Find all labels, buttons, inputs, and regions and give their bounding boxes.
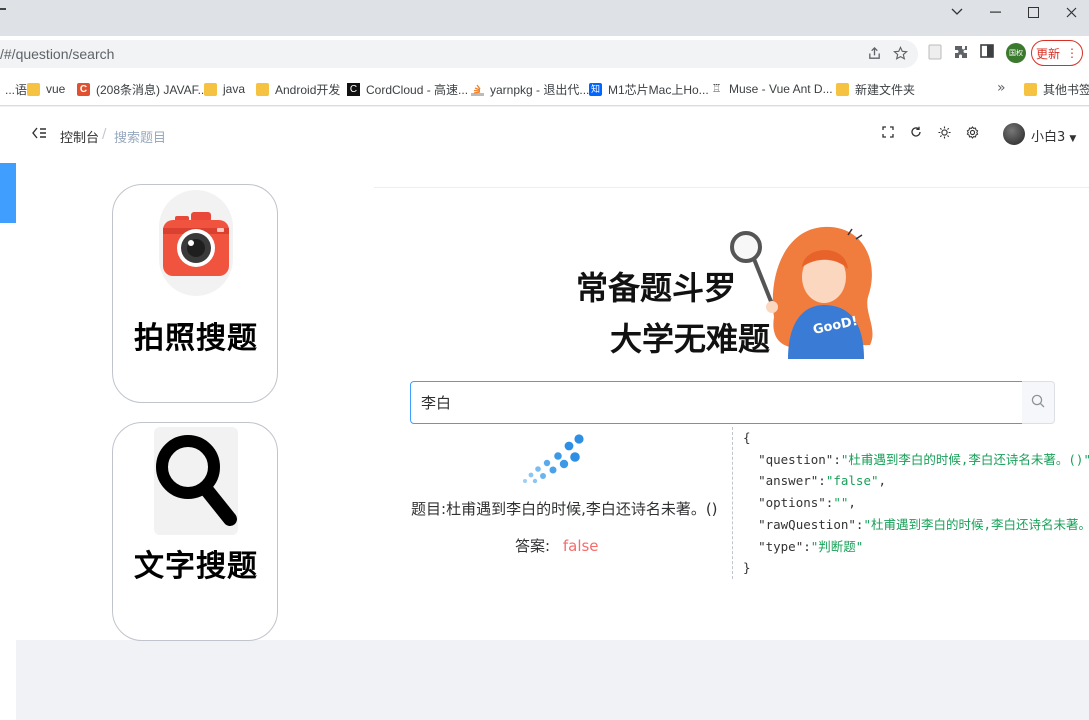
main-content: 控制台 / 搜索题目 小白3 ▼ 拍照搜题 文字搜题 常备题斗罗 大学无难题 G… bbox=[16, 107, 1089, 641]
json-key-type: "type" bbox=[758, 538, 804, 554]
json-open-brace: { bbox=[743, 430, 751, 445]
extensions-puzzle-icon[interactable] bbox=[952, 44, 970, 62]
bookmarks-overflow-icon[interactable]: » bbox=[997, 80, 1006, 96]
profile-avatar[interactable]: 国权 bbox=[1006, 43, 1026, 63]
search-button[interactable] bbox=[1022, 381, 1055, 424]
bookmark-item[interactable]: java bbox=[204, 81, 245, 97]
question-text: 杜甫遇到李白的时候,李白还诗名未著。() bbox=[446, 500, 718, 518]
user-avatar[interactable] bbox=[1003, 123, 1025, 145]
bookmark-item[interactable]: 新建文件夹 bbox=[836, 81, 915, 97]
json-key-answer: "answer" bbox=[758, 473, 819, 489]
bookmark-item[interactable]: 知 M1芯片Mac上Ho... bbox=[589, 81, 709, 97]
minimize-button[interactable] bbox=[976, 0, 1014, 24]
json-value-type: "判断题" bbox=[810, 538, 864, 554]
search-input[interactable] bbox=[410, 381, 1023, 424]
photo-search-card[interactable]: 拍照搜题 bbox=[112, 184, 278, 403]
more-menu-icon: ⋮ bbox=[1066, 46, 1078, 60]
share-icon[interactable] bbox=[866, 46, 882, 62]
json-key-options: "options" bbox=[758, 495, 826, 511]
tab-edge bbox=[0, 8, 6, 10]
address-bar[interactable]: /#/question/search bbox=[0, 40, 918, 68]
json-value-options: "" bbox=[833, 495, 849, 511]
breadcrumb-separator: / bbox=[102, 127, 107, 142]
tab-search-icon[interactable] bbox=[938, 0, 976, 24]
folder-icon bbox=[836, 82, 849, 96]
zhihu-icon: 知 bbox=[589, 82, 602, 96]
json-close-brace: } bbox=[743, 560, 751, 576]
bookmark-item[interactable]: yarnpkg - 退出代... bbox=[471, 81, 589, 97]
header-divider bbox=[374, 187, 1089, 188]
stackoverflow-icon bbox=[471, 83, 484, 96]
sidebar bbox=[0, 107, 16, 720]
bookmark-item[interactable]: Android开发 bbox=[256, 81, 340, 97]
question-label: 题目: bbox=[411, 500, 447, 518]
folder-icon bbox=[27, 82, 40, 96]
extension-page-icon[interactable] bbox=[926, 44, 944, 62]
sidepanel-icon[interactable] bbox=[978, 44, 996, 62]
page: 控制台 / 搜索题目 小白3 ▼ 拍照搜题 文字搜题 常备题斗罗 大学无难题 G… bbox=[0, 107, 1089, 720]
json-key-question: "question" bbox=[758, 451, 834, 467]
search-bar bbox=[410, 381, 1055, 424]
magnifier-icon bbox=[154, 427, 238, 535]
result-question: 题目:杜甫遇到李白的时候,李白还诗名未著。() bbox=[411, 498, 718, 519]
theme-sun-icon[interactable] bbox=[936, 126, 952, 142]
sidebar-active-item[interactable] bbox=[0, 163, 16, 223]
json-viewer: { "question":"杜甫遇到李白的时候,李白还诗名未著。()", "an… bbox=[732, 427, 1089, 579]
folder-icon bbox=[1024, 82, 1037, 96]
bookmark-item[interactable]: ...语 bbox=[0, 81, 27, 97]
fullscreen-icon[interactable] bbox=[880, 126, 896, 142]
breadcrumb-current: 搜索题目 bbox=[114, 131, 167, 146]
json-value-question: "杜甫遇到李白的时候,李白还诗名未著。()" bbox=[840, 451, 1089, 467]
url-text[interactable]: /#/question/search bbox=[0, 46, 114, 62]
answer-label: 答案: bbox=[515, 537, 551, 555]
settings-gear-icon[interactable] bbox=[964, 126, 980, 142]
answer-value: false bbox=[562, 537, 599, 555]
folder-icon bbox=[256, 82, 269, 96]
caret-down-icon: ▼ bbox=[1069, 134, 1077, 144]
slogan-line-1: 常备题斗罗 bbox=[576, 269, 737, 307]
text-search-card[interactable]: 文字搜题 bbox=[112, 422, 278, 641]
cordcloud-icon: C bbox=[347, 82, 360, 96]
search-icon bbox=[1031, 393, 1045, 412]
loading-spinner-icon bbox=[521, 433, 585, 489]
bookmark-item[interactable]: ♖ Muse - Vue Ant D... bbox=[710, 81, 833, 97]
breadcrumb-home[interactable]: 控制台 bbox=[60, 127, 99, 146]
text-search-label: 文字搜题 bbox=[134, 549, 258, 584]
refresh-icon[interactable] bbox=[908, 126, 924, 142]
bookmark-star-icon[interactable] bbox=[892, 46, 908, 62]
restore-button[interactable] bbox=[1014, 0, 1052, 24]
browser-titlebar bbox=[0, 0, 1089, 36]
bookmark-item[interactable]: C CordCloud - 高速... bbox=[347, 81, 468, 97]
update-label: 更新 bbox=[1035, 46, 1060, 61]
csdn-icon: C bbox=[77, 82, 90, 96]
username-text: 小白3 bbox=[1031, 130, 1066, 145]
close-window-button[interactable] bbox=[1052, 0, 1089, 24]
bookmarks-bar: ...语 vue C (208条消息) JAVAF... java Android… bbox=[0, 72, 1089, 106]
json-value-answer: "false" bbox=[825, 473, 879, 489]
json-key-raw-question: "rawQuestion" bbox=[758, 516, 856, 532]
bookmark-item[interactable]: vue bbox=[27, 81, 65, 97]
bookmark-item[interactable]: C (208条消息) JAVAF... bbox=[77, 81, 208, 97]
photo-search-label: 拍照搜题 bbox=[134, 321, 258, 356]
other-bookmarks[interactable]: 其他书签 bbox=[1024, 81, 1089, 97]
json-value-raw-question: "杜甫遇到李白的时候,李白还诗名未著。()" bbox=[863, 516, 1089, 532]
muse-icon: ♖ bbox=[711, 82, 722, 95]
mascot-illustration: GooD! bbox=[728, 217, 888, 359]
user-menu[interactable]: 小白3 ▼ bbox=[1031, 126, 1076, 145]
folder-icon bbox=[204, 82, 217, 96]
page-header: 控制台 / 搜索题目 小白3 ▼ bbox=[16, 107, 1089, 163]
update-button[interactable]: 更新 ⋮ bbox=[1031, 40, 1083, 66]
collapse-menu-icon[interactable] bbox=[32, 127, 48, 143]
camera-icon bbox=[159, 190, 233, 296]
result-answer: 答案: false bbox=[515, 535, 599, 556]
